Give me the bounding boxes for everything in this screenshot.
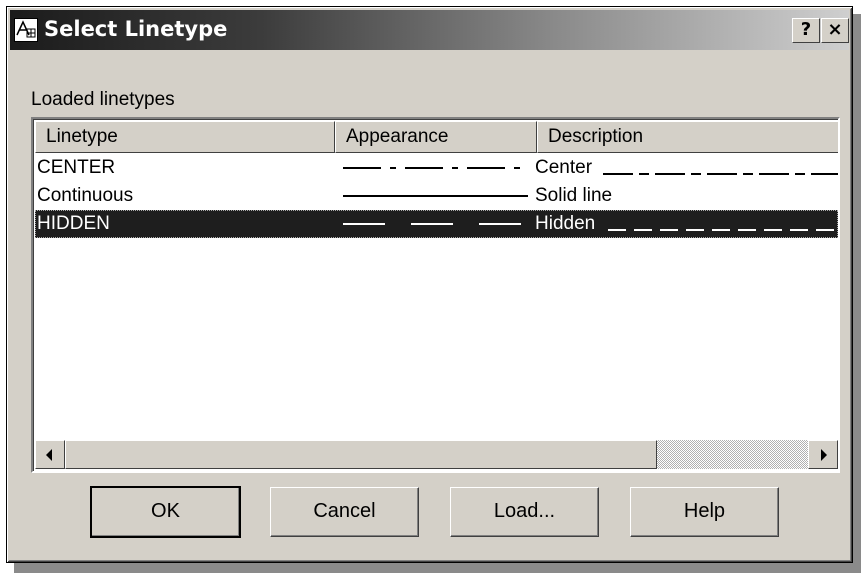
help-button[interactable]: Help: [630, 487, 779, 537]
right-arrow-icon: [821, 449, 827, 461]
list-header: Linetype Appearance Description: [35, 121, 838, 153]
linetype-description: Center: [535, 157, 593, 178]
linetype-list[interactable]: Linetype Appearance Description CENTER C…: [31, 117, 840, 473]
scroll-right-button[interactable]: [808, 440, 838, 469]
linetype-name: CENTER: [37, 157, 116, 178]
hidden-description-pattern: [608, 229, 838, 231]
linetype-name: Continuous: [37, 185, 134, 206]
ok-button[interactable]: OK: [90, 486, 241, 538]
load-button[interactable]: Load...: [450, 487, 599, 537]
close-button[interactable]: ×: [821, 18, 849, 43]
center-description-pattern: [603, 173, 838, 175]
select-linetype-dialog: Select Linetype ? × Loaded linetypes Lin…: [6, 6, 853, 563]
column-header-linetype[interactable]: Linetype: [35, 121, 335, 153]
loaded-linetypes-label: Loaded linetypes: [31, 89, 175, 110]
continuous-appearance-line: [343, 195, 528, 197]
column-header-appearance[interactable]: Appearance: [335, 121, 537, 153]
left-arrow-icon: [46, 449, 52, 461]
scroll-left-button[interactable]: [35, 440, 65, 469]
dialog-title: Select Linetype: [44, 17, 228, 41]
linetype-row-hidden[interactable]: HIDDEN Hidden: [35, 210, 838, 238]
linetype-description: Hidden: [535, 213, 596, 234]
horizontal-scrollbar[interactable]: [35, 440, 838, 469]
linetype-row-continuous[interactable]: Continuous Solid line: [35, 182, 838, 210]
scrollbar-thumb[interactable]: [65, 440, 657, 469]
hidden-appearance-line: [343, 223, 528, 225]
center-appearance-line: [343, 167, 528, 169]
linetype-name: HIDDEN: [37, 213, 110, 234]
column-header-description[interactable]: Description: [537, 121, 838, 153]
linetype-row-center[interactable]: CENTER Center: [35, 154, 838, 182]
linetype-app-icon: [14, 18, 38, 42]
help-title-button[interactable]: ?: [792, 18, 820, 43]
cancel-button[interactable]: Cancel: [270, 487, 419, 537]
linetype-description: Solid line: [535, 185, 613, 206]
title-bar[interactable]: Select Linetype ? ×: [10, 10, 849, 50]
